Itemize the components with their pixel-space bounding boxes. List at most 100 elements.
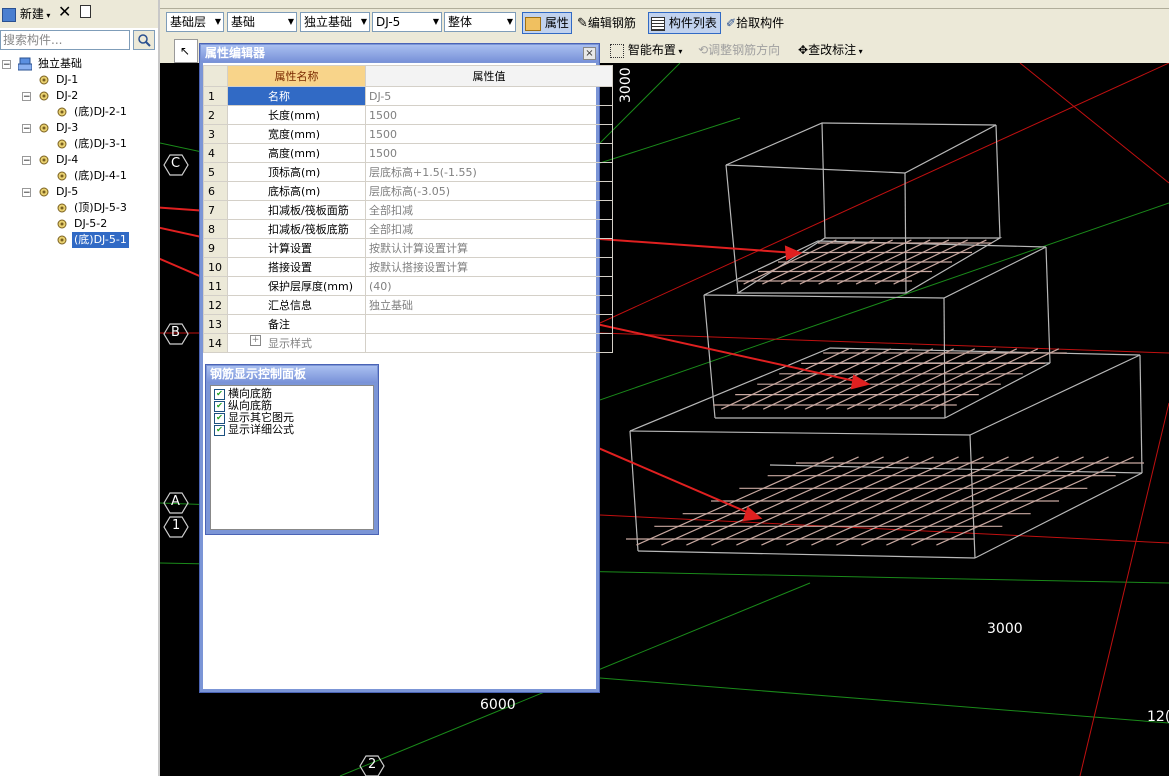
collapse-icon[interactable]: − — [22, 124, 31, 134]
property-name: 扣减板/筏板底筋 — [227, 219, 366, 239]
property-row[interactable]: 5 顶标高(m) 层底标高+1.5(-1.55) — [203, 162, 613, 182]
chevron-down-icon: ▼ — [214, 17, 221, 26]
property-row[interactable]: 9 计算设置 按默认计算设置计算 — [203, 238, 613, 258]
pick-component-button[interactable]: ✐拾取构件 — [726, 12, 784, 34]
property-name-text: 底标高(m) — [268, 185, 321, 198]
top-toolbar-row — [160, 0, 1169, 9]
collapse-icon[interactable]: − — [22, 92, 31, 102]
property-value[interactable]: 1500 — [365, 105, 613, 125]
new-button[interactable]: 新建 ▾ — [2, 4, 50, 24]
floor-select-value: 基础层 — [170, 15, 207, 29]
rebar-option-checkbox[interactable]: ✔ 显示详细公式 — [214, 424, 294, 436]
tree-item-label: (顶)DJ-5-3 — [74, 201, 127, 214]
footing-icon — [56, 202, 68, 219]
property-name: 保护层厚度(mm) — [227, 276, 366, 296]
adjust-rebar-direction-button[interactable]: ⟲调整钢筋方向 — [698, 39, 780, 61]
property-name: 宽度(mm) — [227, 124, 366, 144]
dimension-label: 6000 — [480, 697, 516, 713]
property-value[interactable]: 1500 — [365, 143, 613, 163]
property-row[interactable]: 10 搭接设置 按默认搭接设置计算 — [203, 257, 613, 277]
floor-select[interactable]: 基础层 ▼ — [166, 12, 224, 32]
property-grid: 属性名称 属性值 1 名称 DJ-5 2 长度(mm) 1500 3 宽度(mm) 1500 4 高… — [203, 65, 613, 353]
component-toolbar: 基础层 ▼ 基础 ▼ 独立基础 ▼ DJ-5 ▼ 整体 ▼ 属性 ✎编辑钢筋 构件列表 ✐… — [160, 9, 1169, 37]
axis-line — [599, 117, 741, 164]
search-input[interactable]: 搜索构件... — [0, 30, 130, 50]
rebar-bar — [930, 348, 1060, 410]
delete-icon[interactable]: ✕ — [58, 2, 71, 22]
tree-item-label: (底)DJ-2-1 — [74, 105, 127, 118]
property-row[interactable]: 11 保护层厚度(mm) (40) — [203, 276, 613, 296]
property-grid-header: 属性名称 属性值 — [203, 65, 613, 87]
smart-layout-button[interactable]: 智能布置 ▾ — [610, 39, 682, 61]
property-value[interactable]: 独立基础 — [365, 295, 613, 315]
dimension-label: 12( — [1147, 709, 1169, 725]
header-num-cell — [203, 65, 228, 87]
property-row[interactable]: 7 扣减板/筏板面筋 全部扣减 — [203, 200, 613, 220]
modify-annotation-button[interactable]: ✥查改标注 ▾ — [798, 39, 863, 61]
property-value[interactable]: 按默认搭接设置计算 — [365, 257, 613, 277]
property-row[interactable]: 1 名称 DJ-5 — [203, 86, 613, 106]
dimension-label: 3000 — [618, 67, 634, 103]
property-value[interactable] — [365, 314, 613, 334]
edit-rebar-label: 编辑钢筋 — [587, 16, 636, 30]
property-row[interactable]: 3 宽度(mm) 1500 — [203, 124, 613, 144]
row-number: 5 — [203, 162, 228, 182]
checkmark-icon: ✔ — [214, 424, 225, 436]
select-pointer-button[interactable]: ↖ — [174, 39, 198, 63]
collapse-icon[interactable]: − — [22, 188, 31, 198]
property-row[interactable]: 14 + 显示样式 — [203, 333, 613, 353]
grid-line-red — [599, 63, 1169, 324]
footing-icon — [38, 122, 50, 139]
close-icon: × — [585, 48, 594, 59]
element-select[interactable]: DJ-5 ▼ — [372, 12, 442, 32]
property-row[interactable]: 2 长度(mm) 1500 — [203, 105, 613, 125]
property-value[interactable]: DJ-5 — [365, 86, 613, 106]
grid-line-red — [1019, 63, 1169, 184]
expand-icon[interactable]: + — [250, 335, 261, 346]
grid-icon — [610, 43, 624, 58]
property-row[interactable]: 4 高度(mm) 1500 — [203, 143, 613, 163]
type-select[interactable]: 独立基础 ▼ — [300, 12, 370, 32]
edit-rebar-button[interactable]: ✎编辑钢筋 — [577, 12, 636, 34]
scope-select[interactable]: 整体 ▼ — [444, 12, 516, 32]
chevron-down-icon: ▼ — [432, 17, 439, 26]
foundation-icon — [17, 57, 33, 71]
dimension-label: 3000 — [987, 621, 1023, 637]
collapse-icon[interactable]: − — [22, 156, 31, 166]
property-value[interactable]: 按默认计算设置计算 — [365, 238, 613, 258]
property-value[interactable]: 层底标高(-3.05) — [365, 181, 613, 201]
rebar-panel-title: 钢筋显示控制面板 — [207, 366, 377, 383]
property-value[interactable]: 全部扣减 — [365, 200, 613, 220]
property-button[interactable]: 属性 — [522, 12, 572, 34]
property-name-text: 保护层厚度(mm) — [268, 280, 354, 293]
type-select-value: 独立基础 — [304, 15, 353, 29]
property-name-text: 扣减板/筏板底筋 — [268, 223, 349, 236]
rebar-bar — [804, 348, 934, 410]
property-name: 计算设置 — [227, 238, 366, 258]
row-number: 12 — [203, 295, 228, 315]
property-value[interactable]: 全部扣减 — [365, 219, 613, 239]
close-button[interactable]: × — [583, 47, 596, 60]
property-value[interactable] — [365, 333, 613, 353]
modify-annotation-label: 查改标注 — [808, 43, 857, 57]
property-name: 备注 — [227, 314, 366, 334]
property-editor-title[interactable]: 属性编辑器 — [201, 45, 598, 62]
property-row[interactable]: 13 备注 — [203, 314, 613, 334]
property-value[interactable]: 1500 — [365, 124, 613, 144]
property-value[interactable]: (40) — [365, 276, 613, 296]
tree-item-label: DJ-5 — [56, 185, 79, 198]
property-row[interactable]: 8 扣减板/筏板底筋 全部扣减 — [203, 219, 613, 239]
copy-icon[interactable] — [80, 4, 91, 24]
component-list-button[interactable]: 构件列表 — [648, 12, 721, 34]
property-name: 长度(mm) — [227, 105, 366, 125]
collapse-icon[interactable]: − — [2, 60, 11, 70]
property-row[interactable]: 6 底标高(m) 层底标高(-3.05) — [203, 181, 613, 201]
property-row[interactable]: 12 汇总信息 独立基础 — [203, 295, 613, 315]
search-button[interactable] — [133, 30, 155, 50]
row-number: 4 — [203, 143, 228, 163]
footing-icon — [38, 154, 50, 171]
axis-line — [599, 677, 1169, 724]
category-select[interactable]: 基础 ▼ — [227, 12, 297, 32]
property-value[interactable]: 层底标高+1.5(-1.55) — [365, 162, 613, 182]
annotation-icon: ✥ — [798, 43, 809, 57]
